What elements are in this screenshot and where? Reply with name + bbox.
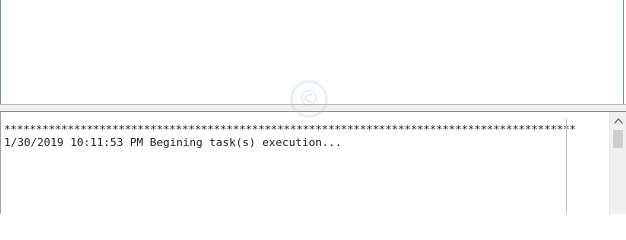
triangle-up-icon[interactable] bbox=[610, 112, 626, 129]
scrollbar-thumb[interactable] bbox=[613, 130, 623, 148]
log-vertical-scrollbar[interactable] bbox=[609, 112, 626, 214]
task-runner-window: ****************************************… bbox=[0, 0, 626, 214]
log-line-status: 1/30/2019 10:11:53 PM Begining task(s) e… bbox=[4, 136, 342, 149]
log-margin-guide bbox=[566, 118, 567, 214]
log-output-pane[interactable]: ****************************************… bbox=[0, 112, 626, 214]
copyright-icon: © bbox=[290, 80, 328, 118]
log-line-separator: ****************************************… bbox=[4, 123, 576, 136]
log-text: ****************************************… bbox=[4, 123, 608, 149]
